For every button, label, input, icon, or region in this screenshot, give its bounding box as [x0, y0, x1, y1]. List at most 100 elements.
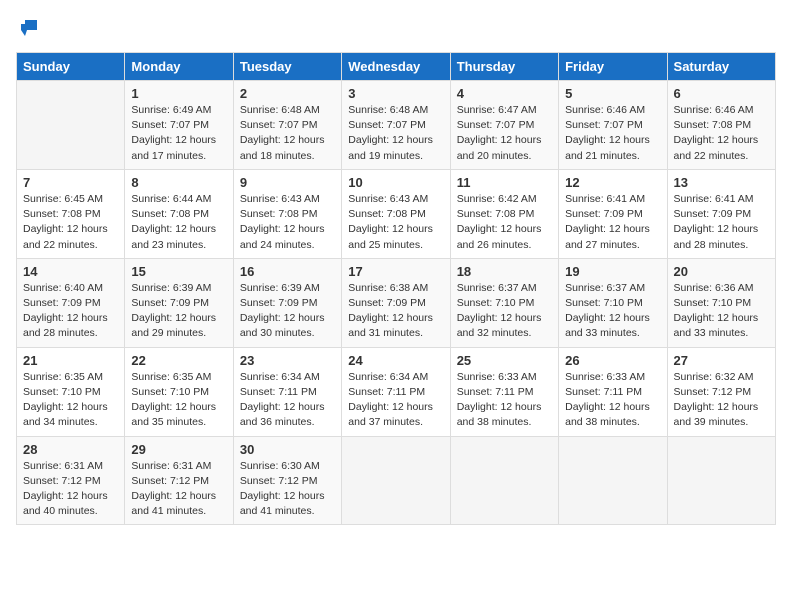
day-number: 28 — [23, 442, 118, 457]
day-info: Sunrise: 6:44 AMSunset: 7:08 PMDaylight:… — [131, 192, 226, 253]
calendar-cell: 27 Sunrise: 6:32 AMSunset: 7:12 PMDayligh… — [667, 347, 775, 436]
day-number: 14 — [23, 264, 118, 279]
week-row-5: 28 Sunrise: 6:31 AMSunset: 7:12 PMDayligh… — [17, 436, 776, 525]
calendar-cell — [17, 81, 125, 170]
day-number: 1 — [131, 86, 226, 101]
day-info: Sunrise: 6:48 AMSunset: 7:07 PMDaylight:… — [348, 103, 443, 164]
day-info: Sunrise: 6:35 AMSunset: 7:10 PMDaylight:… — [23, 370, 118, 431]
day-number: 12 — [565, 175, 660, 190]
week-row-1: 1 Sunrise: 6:49 AMSunset: 7:07 PMDaylight… — [17, 81, 776, 170]
calendar-cell: 1 Sunrise: 6:49 AMSunset: 7:07 PMDaylight… — [125, 81, 233, 170]
day-info: Sunrise: 6:33 AMSunset: 7:11 PMDaylight:… — [457, 370, 552, 431]
day-number: 3 — [348, 86, 443, 101]
calendar-cell: 17 Sunrise: 6:38 AMSunset: 7:09 PMDayligh… — [342, 258, 450, 347]
calendar-cell: 18 Sunrise: 6:37 AMSunset: 7:10 PMDayligh… — [450, 258, 558, 347]
calendar-cell: 11Sunrise: 6:42 AMSunset: 7:08 PMDayligh… — [450, 169, 558, 258]
day-info: Sunrise: 6:48 AMSunset: 7:07 PMDaylight:… — [240, 103, 335, 164]
col-header-sunday: Sunday — [17, 53, 125, 81]
day-info: Sunrise: 6:46 AMSunset: 7:08 PMDaylight:… — [674, 103, 769, 164]
day-number: 18 — [457, 264, 552, 279]
calendar-cell: 29 Sunrise: 6:31 AMSunset: 7:12 PMDayligh… — [125, 436, 233, 525]
week-row-3: 14 Sunrise: 6:40 AMSunset: 7:09 PMDayligh… — [17, 258, 776, 347]
calendar-cell — [667, 436, 775, 525]
calendar-cell: 8 Sunrise: 6:44 AMSunset: 7:08 PMDaylight… — [125, 169, 233, 258]
day-number: 10 — [348, 175, 443, 190]
day-info: Sunrise: 6:43 AMSunset: 7:08 PMDaylight:… — [240, 192, 335, 253]
day-info: Sunrise: 6:36 AMSunset: 7:10 PMDaylight:… — [674, 281, 769, 342]
col-header-tuesday: Tuesday — [233, 53, 341, 81]
day-info: Sunrise: 6:43 AMSunset: 7:08 PMDaylight:… — [348, 192, 443, 253]
day-info: Sunrise: 6:38 AMSunset: 7:09 PMDaylight:… — [348, 281, 443, 342]
day-number: 19 — [565, 264, 660, 279]
day-number: 22 — [131, 353, 226, 368]
day-info: Sunrise: 6:37 AMSunset: 7:10 PMDaylight:… — [457, 281, 552, 342]
page-header — [16, 16, 776, 40]
calendar-cell: 13 Sunrise: 6:41 AMSunset: 7:09 PMDayligh… — [667, 169, 775, 258]
day-number: 8 — [131, 175, 226, 190]
day-number: 24 — [348, 353, 443, 368]
day-number: 4 — [457, 86, 552, 101]
day-number: 15 — [131, 264, 226, 279]
day-number: 16 — [240, 264, 335, 279]
calendar-cell: 9Sunrise: 6:43 AMSunset: 7:08 PMDaylight… — [233, 169, 341, 258]
calendar-cell: 26 Sunrise: 6:33 AMSunset: 7:11 PMDayligh… — [559, 347, 667, 436]
logo — [16, 16, 42, 40]
day-number: 6 — [674, 86, 769, 101]
week-row-2: 7 Sunrise: 6:45 AMSunset: 7:08 PMDaylight… — [17, 169, 776, 258]
col-header-monday: Monday — [125, 53, 233, 81]
calendar-cell: 30 Sunrise: 6:30 AMSunset: 7:12 PMDayligh… — [233, 436, 341, 525]
col-header-thursday: Thursday — [450, 53, 558, 81]
day-info: Sunrise: 6:40 AMSunset: 7:09 PMDaylight:… — [23, 281, 118, 342]
day-info: Sunrise: 6:47 AMSunset: 7:07 PMDaylight:… — [457, 103, 552, 164]
calendar-cell: 4 Sunrise: 6:47 AMSunset: 7:07 PMDaylight… — [450, 81, 558, 170]
day-info: Sunrise: 6:37 AMSunset: 7:10 PMDaylight:… — [565, 281, 660, 342]
calendar-cell: 3 Sunrise: 6:48 AMSunset: 7:07 PMDaylight… — [342, 81, 450, 170]
day-info: Sunrise: 6:30 AMSunset: 7:12 PMDaylight:… — [240, 459, 335, 520]
day-info: Sunrise: 6:31 AMSunset: 7:12 PMDaylight:… — [23, 459, 118, 520]
calendar-cell: 16Sunrise: 6:39 AMSunset: 7:09 PMDayligh… — [233, 258, 341, 347]
calendar-cell: 12 Sunrise: 6:41 AMSunset: 7:09 PMDayligh… — [559, 169, 667, 258]
calendar-cell: 24 Sunrise: 6:34 AMSunset: 7:11 PMDayligh… — [342, 347, 450, 436]
calendar-cell — [342, 436, 450, 525]
day-number: 30 — [240, 442, 335, 457]
calendar-cell: 6 Sunrise: 6:46 AMSunset: 7:08 PMDaylight… — [667, 81, 775, 170]
day-info: Sunrise: 6:46 AMSunset: 7:07 PMDaylight:… — [565, 103, 660, 164]
day-number: 2 — [240, 86, 335, 101]
calendar-cell: 14 Sunrise: 6:40 AMSunset: 7:09 PMDayligh… — [17, 258, 125, 347]
col-header-wednesday: Wednesday — [342, 53, 450, 81]
day-info: Sunrise: 6:45 AMSunset: 7:08 PMDaylight:… — [23, 192, 118, 253]
calendar-cell: 23 Sunrise: 6:34 AMSunset: 7:11 PMDayligh… — [233, 347, 341, 436]
calendar-cell: 5Sunrise: 6:46 AMSunset: 7:07 PMDaylight… — [559, 81, 667, 170]
day-info: Sunrise: 6:35 AMSunset: 7:10 PMDaylight:… — [131, 370, 226, 431]
col-header-friday: Friday — [559, 53, 667, 81]
calendar-cell — [559, 436, 667, 525]
week-row-4: 21Sunrise: 6:35 AMSunset: 7:10 PMDayligh… — [17, 347, 776, 436]
calendar-cell: 7 Sunrise: 6:45 AMSunset: 7:08 PMDaylight… — [17, 169, 125, 258]
day-info: Sunrise: 6:41 AMSunset: 7:09 PMDaylight:… — [674, 192, 769, 253]
day-info: Sunrise: 6:32 AMSunset: 7:12 PMDaylight:… — [674, 370, 769, 431]
day-number: 26 — [565, 353, 660, 368]
day-number: 27 — [674, 353, 769, 368]
day-info: Sunrise: 6:39 AMSunset: 7:09 PMDaylight:… — [131, 281, 226, 342]
day-info: Sunrise: 6:49 AMSunset: 7:07 PMDaylight:… — [131, 103, 226, 164]
day-number: 29 — [131, 442, 226, 457]
logo-text — [16, 16, 42, 40]
calendar-cell: 2 Sunrise: 6:48 AMSunset: 7:07 PMDaylight… — [233, 81, 341, 170]
day-info: Sunrise: 6:33 AMSunset: 7:11 PMDaylight:… — [565, 370, 660, 431]
day-info: Sunrise: 6:34 AMSunset: 7:11 PMDaylight:… — [348, 370, 443, 431]
calendar-table: SundayMondayTuesdayWednesdayThursdayFrid… — [16, 52, 776, 525]
day-info: Sunrise: 6:42 AMSunset: 7:08 PMDaylight:… — [457, 192, 552, 253]
day-info: Sunrise: 6:41 AMSunset: 7:09 PMDaylight:… — [565, 192, 660, 253]
day-number: 13 — [674, 175, 769, 190]
day-number: 7 — [23, 175, 118, 190]
day-number: 23 — [240, 353, 335, 368]
calendar-cell: 28 Sunrise: 6:31 AMSunset: 7:12 PMDayligh… — [17, 436, 125, 525]
day-number: 17 — [348, 264, 443, 279]
day-info: Sunrise: 6:34 AMSunset: 7:11 PMDaylight:… — [240, 370, 335, 431]
calendar-cell: 15 Sunrise: 6:39 AMSunset: 7:09 PMDayligh… — [125, 258, 233, 347]
day-number: 25 — [457, 353, 552, 368]
calendar-cell: 25 Sunrise: 6:33 AMSunset: 7:11 PMDayligh… — [450, 347, 558, 436]
day-info: Sunrise: 6:31 AMSunset: 7:12 PMDaylight:… — [131, 459, 226, 520]
calendar-cell — [450, 436, 558, 525]
day-number: 20 — [674, 264, 769, 279]
